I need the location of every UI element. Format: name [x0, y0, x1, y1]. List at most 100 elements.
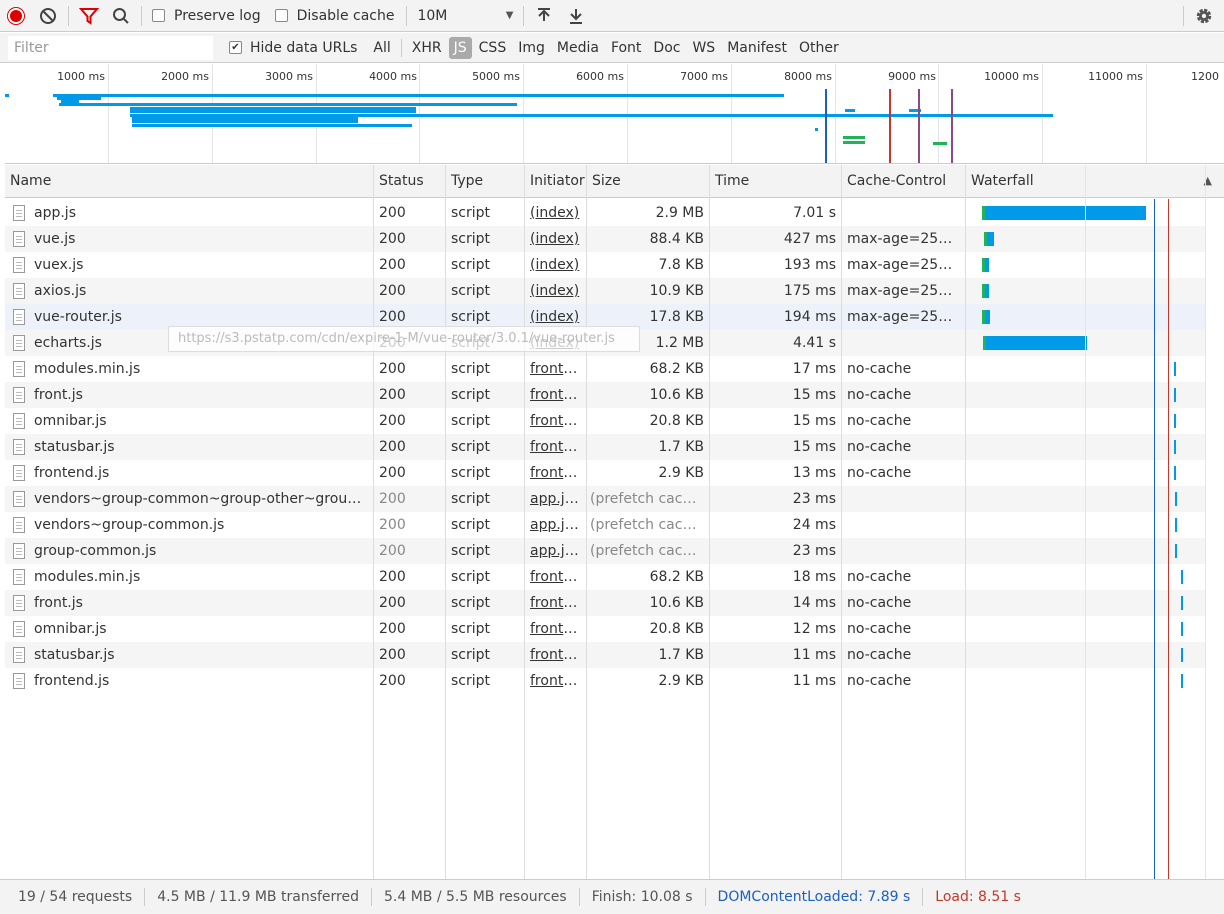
column-divider[interactable]: [524, 165, 525, 879]
search-button[interactable]: [105, 1, 137, 31]
waterfall-timing-bar[interactable]: [1181, 648, 1183, 662]
throttling-select[interactable]: 10M ▼: [417, 8, 513, 24]
type-filter-doc[interactable]: Doc: [648, 37, 685, 59]
request-name[interactable]: omnibar.js: [34, 616, 370, 642]
column-divider[interactable]: [965, 165, 966, 879]
request-initiator-link[interactable]: app.js...: [530, 538, 582, 564]
request-initiator-link[interactable]: (index): [530, 200, 582, 226]
clear-button[interactable]: [32, 1, 64, 31]
waterfall-timing-bar[interactable]: [1181, 622, 1183, 636]
request-name[interactable]: frontend.js: [34, 460, 370, 486]
request-name[interactable]: modules.min.js: [34, 564, 370, 590]
request-name[interactable]: vuex.js: [34, 252, 370, 278]
disable-cache-checkbox[interactable]: Disable cache: [274, 8, 394, 24]
table-row[interactable]: vendors~group-common.js 200 script app.js..…: [5, 512, 965, 538]
request-name[interactable]: statusbar.js: [34, 642, 370, 668]
column-header-type[interactable]: Type: [446, 165, 524, 197]
waterfall-timing-bar[interactable]: [985, 336, 1087, 350]
request-initiator-link[interactable]: app.js...: [530, 512, 582, 538]
preserve-log-checkbox[interactable]: Preserve log: [152, 8, 261, 24]
table-row[interactable]: modules.min.js 200 script fronte... 68.2 KB 1…: [5, 356, 965, 382]
table-row[interactable]: front.js 200 script fronte... 10.6 KB 14 ms no…: [5, 590, 965, 616]
waterfall-timing-bar[interactable]: [1174, 388, 1176, 402]
export-har-button[interactable]: [560, 1, 592, 31]
waterfall-timing-bar[interactable]: [1175, 544, 1177, 558]
request-name[interactable]: frontend.js: [34, 668, 370, 694]
column-header-size[interactable]: Size: [587, 165, 709, 197]
waterfall-timing-bar[interactable]: [986, 232, 994, 246]
type-filter-font[interactable]: Font: [606, 37, 646, 59]
table-row[interactable]: omnibar.js 200 script fronte... 20.8 KB 15 ms…: [5, 408, 965, 434]
table-row[interactable]: vendors~group-common~group-other~group-.…: [5, 486, 965, 512]
type-filter-css[interactable]: CSS: [474, 37, 512, 59]
table-row[interactable]: vuex.js 200 script (index) 7.8 KB 193 ms max-a…: [5, 252, 965, 278]
request-initiator-link[interactable]: fronte...: [530, 356, 582, 382]
checkbox-box[interactable]: ✔: [229, 41, 242, 54]
request-name[interactable]: app.js: [34, 200, 370, 226]
column-divider[interactable]: [586, 165, 587, 879]
settings-button[interactable]: [1188, 1, 1220, 31]
checkbox-box[interactable]: [152, 9, 165, 22]
type-filter-js[interactable]: JS: [448, 36, 472, 59]
request-initiator-link[interactable]: fronte...: [530, 382, 582, 408]
filter-toggle-button[interactable]: [73, 1, 105, 31]
waterfall-timing-bar[interactable]: [1174, 440, 1176, 454]
request-initiator-link[interactable]: app.js...: [530, 486, 582, 512]
waterfall-timing-bar[interactable]: [1174, 362, 1176, 376]
column-header-waterfall[interactable]: Waterfall ▲: [966, 165, 1224, 197]
column-header-status[interactable]: Status: [374, 165, 445, 197]
column-header-initiator[interactable]: Initiator: [525, 165, 585, 197]
request-name[interactable]: statusbar.js: [34, 434, 370, 460]
request-initiator-link[interactable]: fronte...: [530, 408, 582, 434]
column-header-cache-control[interactable]: Cache-Control: [842, 165, 965, 197]
column-header-time[interactable]: Time: [710, 165, 841, 197]
waterfall-timing-bar[interactable]: [1175, 492, 1177, 506]
type-filter-media[interactable]: Media: [552, 37, 604, 59]
type-filter-all[interactable]: All: [368, 37, 395, 59]
table-row[interactable]: frontend.js 200 script fronte... 2.9 KB 13 ms…: [5, 460, 965, 486]
import-har-button[interactable]: [528, 1, 560, 31]
waterfall-timing-bar[interactable]: [1175, 518, 1177, 532]
request-initiator-link[interactable]: (index): [530, 226, 582, 252]
table-row[interactable]: frontend.js 200 script fronte... 2.9 KB 11 ms…: [5, 668, 965, 694]
request-initiator-link[interactable]: fronte...: [530, 460, 582, 486]
waterfall-timing-bar[interactable]: [1181, 570, 1183, 584]
request-name[interactable]: front.js: [34, 382, 370, 408]
table-row[interactable]: app.js 200 script (index) 2.9 MB 7.01 s: [5, 200, 965, 226]
checkbox-box[interactable]: [274, 9, 288, 22]
request-initiator-link[interactable]: (index): [530, 278, 582, 304]
request-initiator-link[interactable]: fronte...: [530, 564, 582, 590]
table-row[interactable]: modules.min.js 200 script fronte... 68.2 KB 1…: [5, 564, 965, 590]
timeline-overview[interactable]: 1000 ms 2000 ms 3000 ms 4000 ms 5000 ms …: [5, 64, 1224, 164]
table-row[interactable]: statusbar.js 200 script fronte... 1.7 KB 11 m…: [5, 642, 965, 668]
request-initiator-link[interactable]: fronte...: [530, 642, 582, 668]
type-filter-ws[interactable]: WS: [687, 37, 720, 59]
request-name[interactable]: vendors~group-common~group-other~group-.…: [34, 486, 370, 512]
table-row[interactable]: group-common.js 200 script app.js... (prefet…: [5, 538, 965, 564]
request-name[interactable]: omnibar.js: [34, 408, 370, 434]
record-button[interactable]: [0, 1, 32, 31]
request-name[interactable]: front.js: [34, 590, 370, 616]
request-name[interactable]: modules.min.js: [34, 356, 370, 382]
request-name[interactable]: group-common.js: [34, 538, 370, 564]
table-row[interactable]: axios.js 200 script (index) 10.9 KB 175 ms max…: [5, 278, 965, 304]
type-filter-img[interactable]: Img: [513, 37, 550, 59]
waterfall-timing-bar[interactable]: [1174, 414, 1176, 428]
hide-data-urls-checkbox[interactable]: ✔ Hide data URLs: [229, 40, 357, 56]
column-divider[interactable]: [709, 165, 710, 879]
type-filter-xhr[interactable]: XHR: [407, 37, 447, 59]
request-name[interactable]: vendors~group-common.js: [34, 512, 370, 538]
request-name[interactable]: axios.js: [34, 278, 370, 304]
filter-input[interactable]: [8, 35, 213, 60]
request-initiator-link[interactable]: fronte...: [530, 668, 582, 694]
type-filter-manifest[interactable]: Manifest: [722, 37, 792, 59]
request-initiator-link[interactable]: (index): [530, 252, 582, 278]
waterfall-timing-bar[interactable]: [1181, 674, 1183, 688]
table-row[interactable]: front.js 200 script fronte... 10.6 KB 15 ms no…: [5, 382, 965, 408]
table-row[interactable]: statusbar.js 200 script fronte... 1.7 KB 15 m…: [5, 434, 965, 460]
column-header-name[interactable]: Name: [5, 165, 373, 197]
table-row[interactable]: omnibar.js 200 script fronte... 20.8 KB 12 ms…: [5, 616, 965, 642]
type-filter-other[interactable]: Other: [794, 37, 844, 59]
column-divider[interactable]: [445, 165, 446, 879]
request-initiator-link[interactable]: fronte...: [530, 590, 582, 616]
